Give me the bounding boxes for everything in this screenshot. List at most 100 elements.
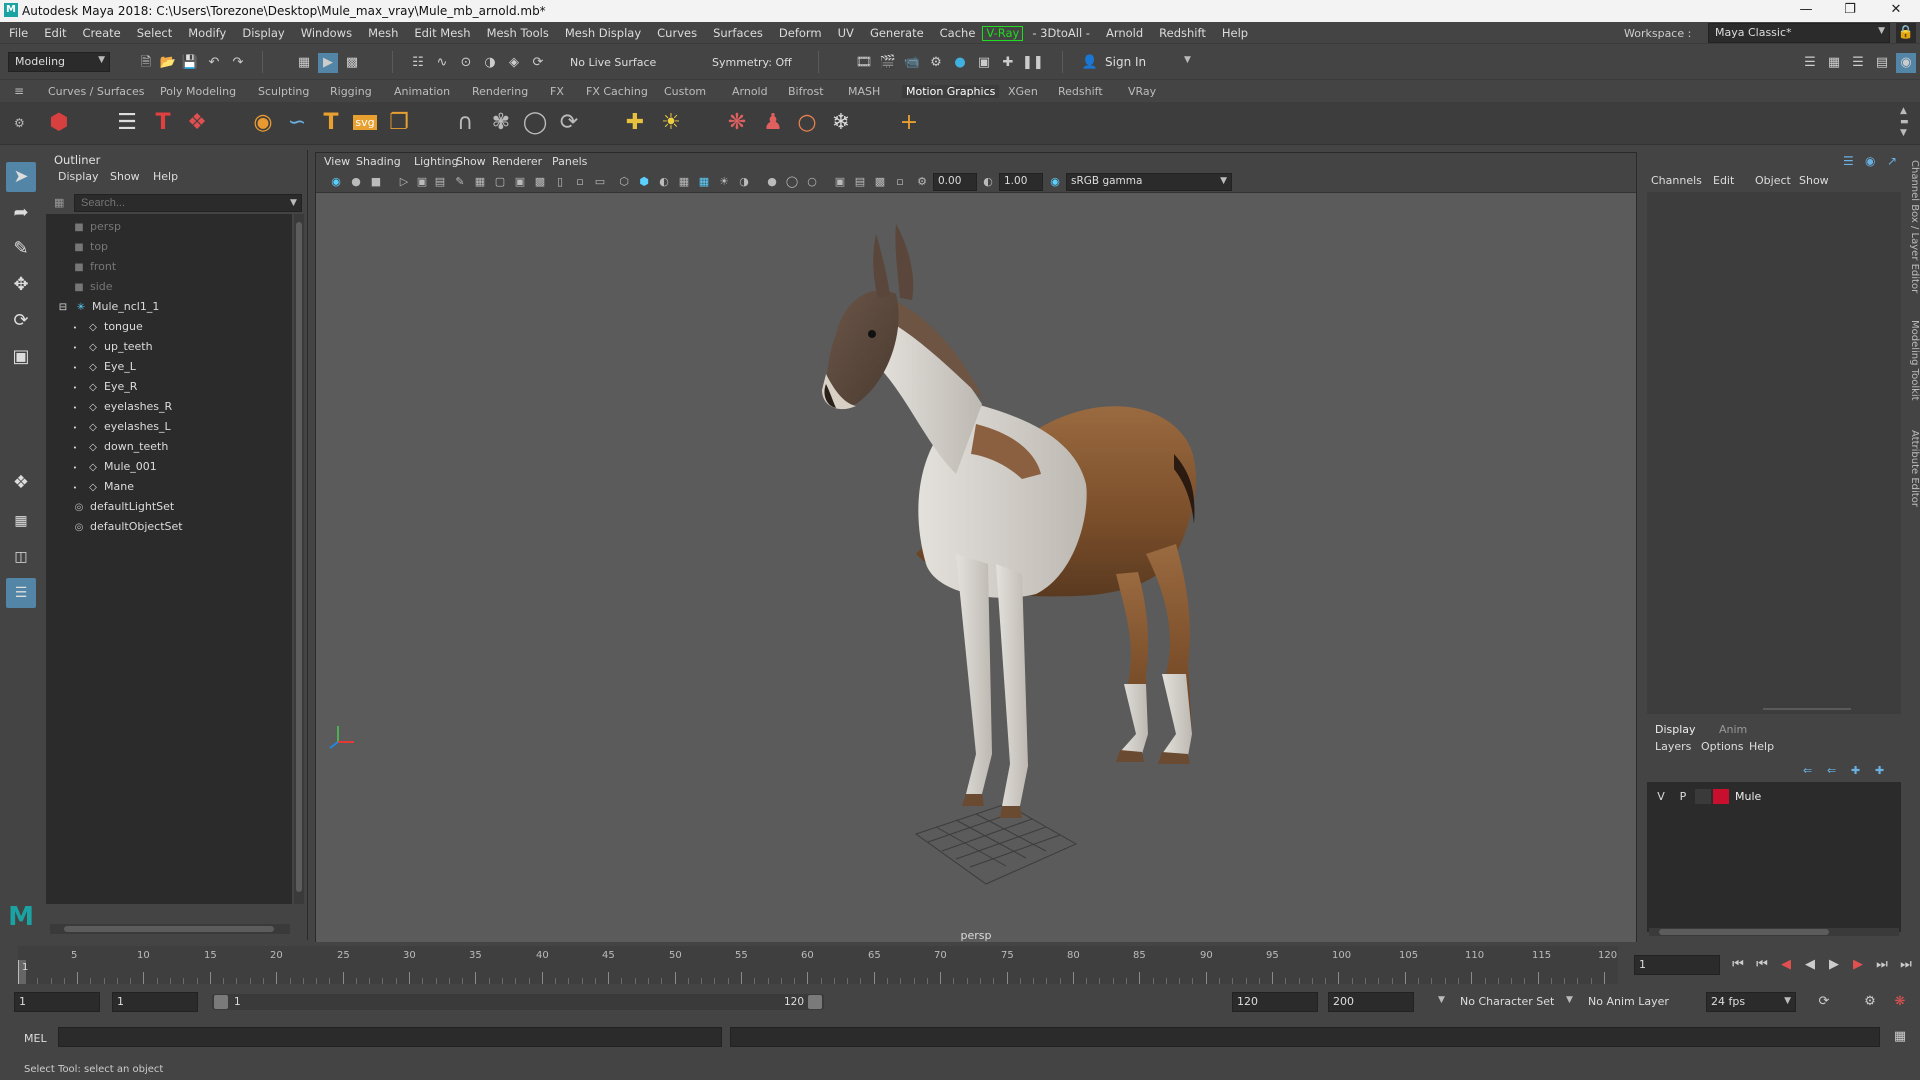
brush-icon[interactable]: ✾: [486, 108, 516, 138]
lasso-icon[interactable]: ◯: [520, 108, 550, 138]
outliner-menu-display[interactable]: Display: [58, 170, 99, 183]
menu-modify[interactable]: Modify: [179, 22, 233, 44]
render-frame-icon[interactable]: 🎞: [854, 53, 874, 73]
outliner-menu-help[interactable]: Help: [153, 170, 178, 183]
outliner-item-eyelashes-r[interactable]: • ◇ eyelashes_R: [68, 398, 172, 416]
outliner-item-eyelashes-l[interactable]: • ◇ eyelashes_L: [68, 418, 171, 436]
exposure-icon[interactable]: ⚙: [914, 174, 930, 190]
menu-3dtoall[interactable]: - 3DtoAll -: [1023, 22, 1097, 44]
restore-button[interactable]: ❐: [1830, 2, 1870, 20]
image-plane-icon[interactable]: ▣: [414, 174, 430, 190]
single-view-icon[interactable]: ❖: [6, 468, 36, 498]
channel-box-menu-channels[interactable]: Channels: [1651, 174, 1702, 187]
shelf-tab-motion-graphics[interactable]: Motion Graphics: [902, 85, 1000, 98]
undo-icon[interactable]: ↶: [204, 53, 224, 73]
viewport-menu-panels[interactable]: Panels: [552, 155, 587, 168]
outliner-vertical-scrollbar[interactable]: [294, 214, 304, 904]
close-button[interactable]: ✕: [1876, 2, 1916, 20]
select-hierarchy-icon[interactable]: ▦: [294, 53, 314, 73]
shelf-tab-curves-surfaces[interactable]: Curves / Surfaces: [48, 85, 145, 98]
render-view-icon[interactable]: ▣: [974, 53, 994, 73]
range-bar[interactable]: 1 120: [212, 994, 824, 1010]
menu-help[interactable]: Help: [1213, 22, 1255, 44]
play-backwards-icon[interactable]: ◀: [1800, 955, 1820, 975]
curve-tool-icon[interactable]: ∽: [282, 108, 312, 138]
outliner-item-up-teeth[interactable]: • ◇ up_teeth: [68, 338, 153, 356]
use-all-lights-icon[interactable]: ▦: [696, 174, 712, 190]
snap-surface-icon[interactable]: ◈: [504, 53, 524, 73]
step-back-key-icon[interactable]: ◀: [1776, 955, 1796, 975]
shelf-tab-arnold[interactable]: Arnold: [732, 85, 768, 98]
shelf-tab-xgen[interactable]: XGen: [1008, 85, 1038, 98]
new-layer-icon[interactable]: ✚: [1851, 764, 1860, 777]
attribute-editor-icon[interactable]: ▦: [1824, 53, 1844, 73]
move-layer-up-icon[interactable]: ⇐: [1803, 764, 1812, 777]
outliner-item-mule-ncl1-1[interactable]: ⊟ ✳ Mule_ncl1_1: [56, 298, 160, 316]
menu-uv[interactable]: UV: [829, 22, 861, 44]
magnet-icon[interactable]: ∩: [450, 108, 480, 138]
text-tool-icon[interactable]: T: [148, 108, 178, 138]
range-start-handle[interactable]: [214, 995, 228, 1009]
fps-dropdown[interactable]: 24 fps ▼: [1706, 992, 1796, 1012]
menu-vray[interactable]: V-Ray: [982, 26, 1024, 41]
menu-select[interactable]: Select: [128, 22, 179, 44]
lock-icon[interactable]: 🔒: [1896, 23, 1916, 43]
outliner-horizontal-scrollbar[interactable]: [50, 924, 290, 934]
layer-tab-anim[interactable]: Anim: [1719, 723, 1747, 736]
two-d-pan-icon[interactable]: ▤: [432, 174, 448, 190]
refresh-icon[interactable]: ⟳: [554, 108, 584, 138]
animation-end-field[interactable]: 200: [1328, 992, 1414, 1012]
outliner-item-side[interactable]: ■ side: [72, 278, 112, 296]
safe-title-icon[interactable]: ▭: [592, 174, 608, 190]
mash-network-icon[interactable]: ⬢: [44, 108, 74, 138]
redo-icon[interactable]: ↷: [228, 53, 248, 73]
menu-deform[interactable]: Deform: [770, 22, 829, 44]
workspace-dropdown[interactable]: Maya Classic* ▼: [1708, 23, 1890, 43]
sun-light-icon[interactable]: ☀: [656, 108, 686, 138]
tab-attribute-editor[interactable]: Attribute Editor: [1905, 430, 1920, 507]
layer-editor-icon[interactable]: ◉: [1896, 53, 1916, 73]
menu-cache[interactable]: Cache: [931, 22, 983, 44]
outliner-item-front[interactable]: ■ front: [72, 258, 116, 276]
menu-mesh[interactable]: Mesh: [359, 22, 405, 44]
outliner-persp-view-icon[interactable]: ☰: [6, 578, 36, 608]
pause-icon[interactable]: ❚❚: [1022, 53, 1044, 73]
layer-row-mule[interactable]: V P Mule: [1647, 788, 1901, 806]
menu-display[interactable]: Display: [233, 22, 291, 44]
transform-icon[interactable]: ✚: [620, 108, 650, 138]
symmetry-label[interactable]: Symmetry: Off: [712, 56, 792, 69]
anim-layer-label[interactable]: No Anim Layer: [1588, 995, 1669, 1008]
menu-edit[interactable]: Edit: [35, 22, 73, 44]
lasso-select-icon[interactable]: ➦: [6, 198, 36, 228]
new-scene-icon[interactable]: 🗎: [136, 53, 156, 73]
add-shelf-item-icon[interactable]: +: [894, 108, 924, 138]
shelf-tab-bifrost[interactable]: Bifrost: [788, 85, 824, 98]
command-input[interactable]: [58, 1027, 722, 1047]
wireframe-icon[interactable]: ⬡: [616, 174, 632, 190]
channel-box-icon[interactable]: ▤: [1872, 53, 1892, 73]
paint-icon[interactable]: ❖: [182, 108, 212, 138]
menu-arnold[interactable]: Arnold: [1097, 22, 1150, 44]
go-to-start-icon[interactable]: ⏮: [1728, 955, 1748, 975]
shelf-tab-redshift[interactable]: Redshift: [1058, 85, 1103, 98]
x-ray-joints-icon[interactable]: ▩: [872, 174, 888, 190]
shelf-tab-fx-caching[interactable]: FX Caching: [586, 85, 648, 98]
grease-pencil-icon[interactable]: ✎: [452, 174, 468, 190]
outliner-item-defaultobjectset[interactable]: ◎ defaultObjectSet: [72, 518, 183, 536]
gamma-icon[interactable]: ◐: [980, 174, 996, 190]
layer-type-toggle[interactable]: [1695, 789, 1711, 804]
time-slider-track[interactable]: 1 5 10 15 20 25 30 35 40 45 50 55 60 65 70 75 80 85 90 95 1…: [18, 946, 1618, 984]
field-chart-icon[interactable]: ▯: [552, 174, 568, 190]
scale-tool-icon[interactable]: ▣: [6, 342, 36, 372]
shelf-tab-custom[interactable]: Custom: [664, 85, 706, 98]
tab-channel-box[interactable]: Channel Box / Layer Editor: [1905, 160, 1920, 293]
snap-curve-icon[interactable]: ∿: [432, 53, 452, 73]
menu-generate[interactable]: Generate: [861, 22, 931, 44]
menu-mesh-tools[interactable]: Mesh Tools: [478, 22, 556, 44]
outliner-item-mane[interactable]: • ◇ Mane: [68, 478, 134, 496]
chevron-down-icon[interactable]: ▼: [290, 198, 297, 208]
playback-end-field[interactable]: 120: [1232, 992, 1318, 1012]
lock-camera-icon[interactable]: ●: [348, 174, 364, 190]
menu-redshift[interactable]: Redshift: [1150, 22, 1213, 44]
cube-tool-icon[interactable]: ❐: [384, 108, 414, 138]
